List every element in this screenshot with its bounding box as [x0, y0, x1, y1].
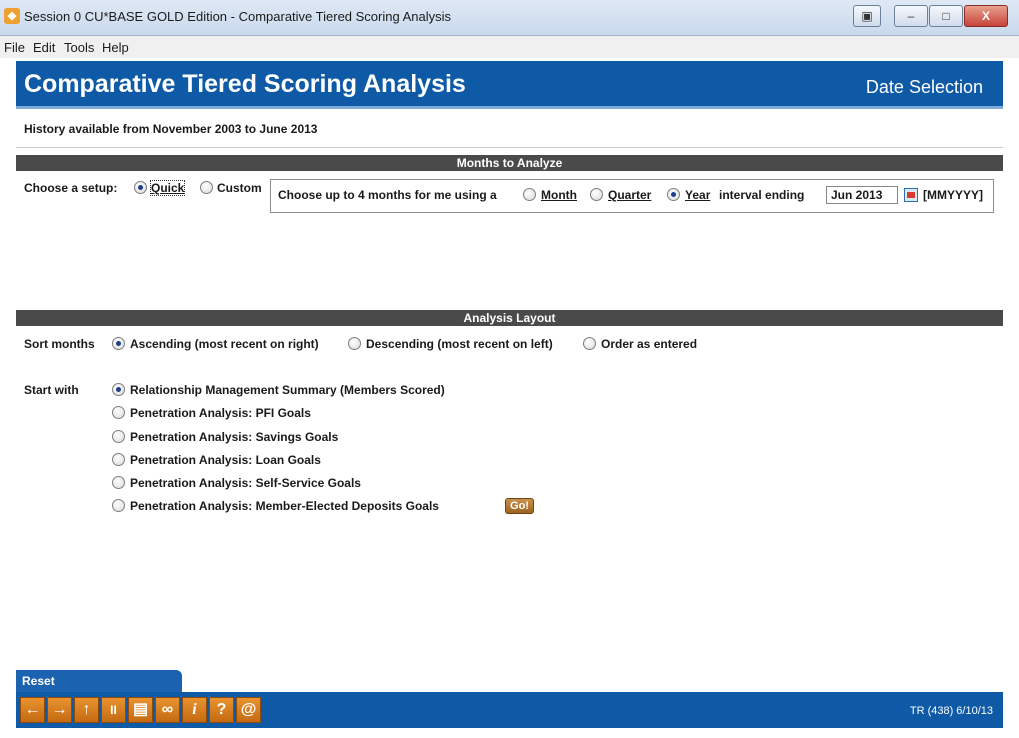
start-option-radio[interactable]: [112, 406, 125, 419]
sort-descending-radio[interactable]: [348, 337, 361, 350]
sort-ascending-label[interactable]: Ascending (most recent on right): [130, 337, 319, 351]
date-format-hint: [MMYYYY]: [923, 188, 983, 202]
menu-bar: File Edit Tools Help: [0, 36, 1019, 58]
sort-months-label: Sort months: [24, 337, 95, 351]
email-at-icon[interactable]: @: [236, 697, 261, 723]
info-icon[interactable]: i: [182, 697, 207, 723]
start-option-radio[interactable]: [112, 499, 125, 512]
interval-quarter-radio[interactable]: [590, 188, 603, 201]
sort-descending-label[interactable]: Descending (most recent on left): [366, 337, 553, 351]
sort-order-entered-label[interactable]: Order as entered: [601, 337, 697, 351]
up-arrow-icon[interactable]: ↑: [74, 697, 99, 723]
start-option-radio[interactable]: [112, 383, 125, 396]
sort-order-entered-radio[interactable]: [583, 337, 596, 350]
menu-edit[interactable]: Edit: [33, 40, 55, 55]
go-button[interactable]: Go!: [505, 498, 534, 514]
divider: [16, 147, 1003, 148]
window-titlebar: ◆ Session 0 CU*BASE GOLD Edition - Compa…: [0, 0, 1019, 36]
ending-date-input[interactable]: Jun 2013: [826, 186, 898, 204]
quick-prompt: Choose up to 4 months for me using a: [278, 188, 497, 202]
setup-custom-label[interactable]: Custom: [217, 181, 262, 195]
setup-custom-radio[interactable]: [200, 181, 213, 194]
months-section-header: Months to Analyze: [16, 155, 1003, 171]
interval-ending-label: interval ending: [719, 188, 805, 202]
page-subtitle: Date Selection: [865, 77, 983, 97]
help-icon[interactable]: ?: [209, 697, 234, 723]
screenshot-button[interactable]: ▣: [853, 5, 881, 27]
start-option-savings-goals[interactable]: Penetration Analysis: Savings Goals: [130, 430, 338, 444]
forward-arrow-icon[interactable]: →: [47, 697, 72, 723]
start-option-relationship-summary[interactable]: Relationship Management Summary (Members…: [130, 383, 445, 397]
setup-label: Choose a setup:: [24, 181, 118, 195]
maximize-button[interactable]: □: [929, 5, 963, 27]
start-option-member-elected-deposits[interactable]: Penetration Analysis: Member-Elected Dep…: [130, 499, 439, 513]
menu-file[interactable]: File: [4, 40, 25, 55]
start-option-loan-goals[interactable]: Penetration Analysis: Loan Goals: [130, 453, 321, 467]
close-button[interactable]: X: [964, 5, 1008, 27]
interval-year-label[interactable]: Year: [685, 188, 710, 202]
reset-button[interactable]: Reset: [16, 670, 182, 692]
start-with-label: Start with: [24, 383, 79, 397]
page-title: Comparative Tiered Scoring Analysis: [24, 70, 466, 98]
interval-quarter-label[interactable]: Quarter: [608, 188, 651, 202]
menu-help[interactable]: Help: [102, 40, 129, 55]
app-icon: ◆: [4, 8, 20, 24]
interval-year-radio[interactable]: [667, 188, 680, 201]
minimize-button[interactable]: –: [894, 5, 928, 27]
start-option-pfi-goals[interactable]: Penetration Analysis: PFI Goals: [130, 406, 311, 420]
start-option-radio[interactable]: [112, 476, 125, 489]
start-option-self-service-goals[interactable]: Penetration Analysis: Self-Service Goals: [130, 476, 361, 490]
setup-quick-label[interactable]: Quick: [149, 180, 186, 196]
start-option-radio[interactable]: [112, 453, 125, 466]
link-icon[interactable]: ∞: [155, 697, 180, 723]
menu-tools[interactable]: Tools: [64, 40, 94, 55]
window-title: Session 0 CU*BASE GOLD Edition - Compara…: [24, 9, 452, 24]
bottom-toolbar: ← → ↑ II ▤ ∞ i ? @ TR (438) 6/10/13: [16, 692, 1003, 728]
setup-quick-radio[interactable]: [134, 181, 147, 194]
session-stamp: TR (438) 6/10/13: [909, 705, 993, 717]
print-icon[interactable]: ▤: [128, 697, 153, 723]
sort-ascending-radio[interactable]: [112, 337, 125, 350]
pause-icon[interactable]: II: [101, 697, 126, 723]
start-option-radio[interactable]: [112, 430, 125, 443]
back-arrow-icon[interactable]: ←: [20, 697, 45, 723]
interval-month-label[interactable]: Month: [541, 188, 577, 202]
history-available-text: History available from November 2003 to …: [24, 122, 318, 136]
header-banner: Comparative Tiered Scoring Analysis Date…: [16, 61, 1003, 109]
layout-section-header: Analysis Layout: [16, 310, 1003, 326]
interval-month-radio[interactable]: [523, 188, 536, 201]
calendar-icon[interactable]: [904, 188, 918, 202]
